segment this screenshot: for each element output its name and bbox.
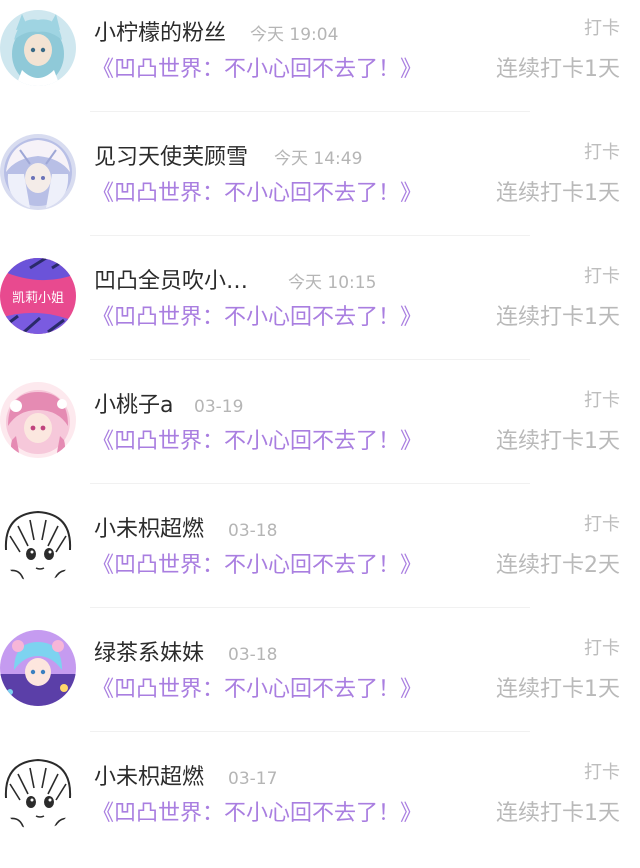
checkin-time: 今天 19:04 xyxy=(250,25,339,45)
checkin-time: 今天 14:49 xyxy=(274,149,363,169)
checkin-row[interactable]: 小桃子a 03-19 《凹凸世界：不小心回不去了！》 打卡 连续打卡1天 xyxy=(0,372,640,496)
checkin-row[interactable]: 小未枳超燃 03-17 《凹凸世界：不小心回不去了！》 打卡 连续打卡1天 xyxy=(0,744,640,868)
anime-avatar-pink-hair-icon xyxy=(0,382,76,458)
username[interactable]: 小柠檬的粉丝 xyxy=(94,20,226,48)
checkin-label: 打卡 xyxy=(584,266,620,287)
work-title-link[interactable]: 《凹凸世界：不小心回不去了！》 xyxy=(92,304,422,332)
checkin-label: 打卡 xyxy=(584,142,620,163)
row-divider xyxy=(90,607,530,608)
checkin-row[interactable]: 凯莉小姐 凹凸全员吹小… 今天 10:15 《凹凸世界：不小心回不去了！》 打卡… xyxy=(0,248,640,372)
checkin-row[interactable]: 绿茶系妹妹 03-18 《凹凸世界：不小心回不去了！》 打卡 连续打卡1天 xyxy=(0,620,640,744)
username[interactable]: 见习天使芙顾雪 xyxy=(94,144,248,172)
checkin-label: 打卡 xyxy=(584,18,620,39)
row-divider xyxy=(90,235,530,236)
anime-avatar-blue-hair-icon xyxy=(0,10,76,86)
work-title-link[interactable]: 《凹凸世界：不小心回不去了！》 xyxy=(92,428,422,456)
username[interactable]: 小未枳超燃 xyxy=(94,516,204,544)
checkin-label: 打卡 xyxy=(584,638,620,659)
user-avatar[interactable] xyxy=(0,134,76,210)
work-title-link[interactable]: 《凹凸世界：不小心回不去了！》 xyxy=(92,676,422,704)
user-avatar[interactable] xyxy=(0,506,76,582)
anime-avatar-white-hair-icon xyxy=(0,134,76,210)
streak-count: 连续打卡1天 xyxy=(496,429,620,454)
manga-sketch-avatar-icon xyxy=(0,506,76,582)
streak-count: 连续打卡1天 xyxy=(496,677,620,702)
checkin-label: 打卡 xyxy=(584,390,620,411)
checkin-label: 打卡 xyxy=(584,762,620,783)
row-divider xyxy=(90,111,530,112)
streak-count: 连续打卡2天 xyxy=(496,553,620,578)
user-avatar[interactable] xyxy=(0,10,76,86)
checkin-time: 03-18 xyxy=(228,645,278,665)
streak-count: 连续打卡1天 xyxy=(496,181,620,206)
checkin-time: 03-19 xyxy=(194,397,244,417)
user-avatar[interactable] xyxy=(0,630,76,706)
checkin-time: 03-17 xyxy=(228,769,278,789)
username[interactable]: 小桃子a xyxy=(94,392,173,420)
user-avatar[interactable] xyxy=(0,382,76,458)
checkin-row[interactable]: 见习天使芙顾雪 今天 14:49 《凹凸世界：不小心回不去了！》 打卡 连续打卡… xyxy=(0,124,640,248)
checkin-label: 打卡 xyxy=(584,514,620,535)
username[interactable]: 小未枳超燃 xyxy=(94,764,204,792)
streak-count: 连续打卡1天 xyxy=(496,305,620,330)
user-avatar[interactable]: 凯莉小姐 xyxy=(0,258,76,334)
avatar-logo-text: 凯莉小姐 xyxy=(12,291,64,306)
anime-avatar-colorful-icon xyxy=(0,630,76,706)
checkin-time: 今天 10:15 xyxy=(288,273,377,293)
pink-logo-avatar-icon: 凯莉小姐 xyxy=(0,258,76,334)
work-title-link[interactable]: 《凹凸世界：不小心回不去了！》 xyxy=(92,800,422,828)
user-avatar[interactable] xyxy=(0,754,76,830)
streak-count: 连续打卡1天 xyxy=(496,801,620,826)
row-divider xyxy=(90,731,530,732)
manga-sketch-avatar-icon xyxy=(0,754,76,830)
row-divider xyxy=(90,359,530,360)
username[interactable]: 绿茶系妹妹 xyxy=(94,640,204,668)
work-title-link[interactable]: 《凹凸世界：不小心回不去了！》 xyxy=(92,180,422,208)
checkin-feed: 小柠檬的粉丝 今天 19:04 《凹凸世界：不小心回不去了！》 打卡 连续打卡1… xyxy=(0,0,640,851)
checkin-row[interactable]: 小柠檬的粉丝 今天 19:04 《凹凸世界：不小心回不去了！》 打卡 连续打卡1… xyxy=(0,0,640,124)
work-title-link[interactable]: 《凹凸世界：不小心回不去了！》 xyxy=(92,552,422,580)
row-divider xyxy=(90,483,530,484)
streak-count: 连续打卡1天 xyxy=(496,57,620,82)
checkin-time: 03-18 xyxy=(228,521,278,541)
username[interactable]: 凹凸全员吹小… xyxy=(94,268,248,296)
work-title-link[interactable]: 《凹凸世界：不小心回不去了！》 xyxy=(92,56,422,84)
checkin-row[interactable]: 小未枳超燃 03-18 《凹凸世界：不小心回不去了！》 打卡 连续打卡2天 xyxy=(0,496,640,620)
